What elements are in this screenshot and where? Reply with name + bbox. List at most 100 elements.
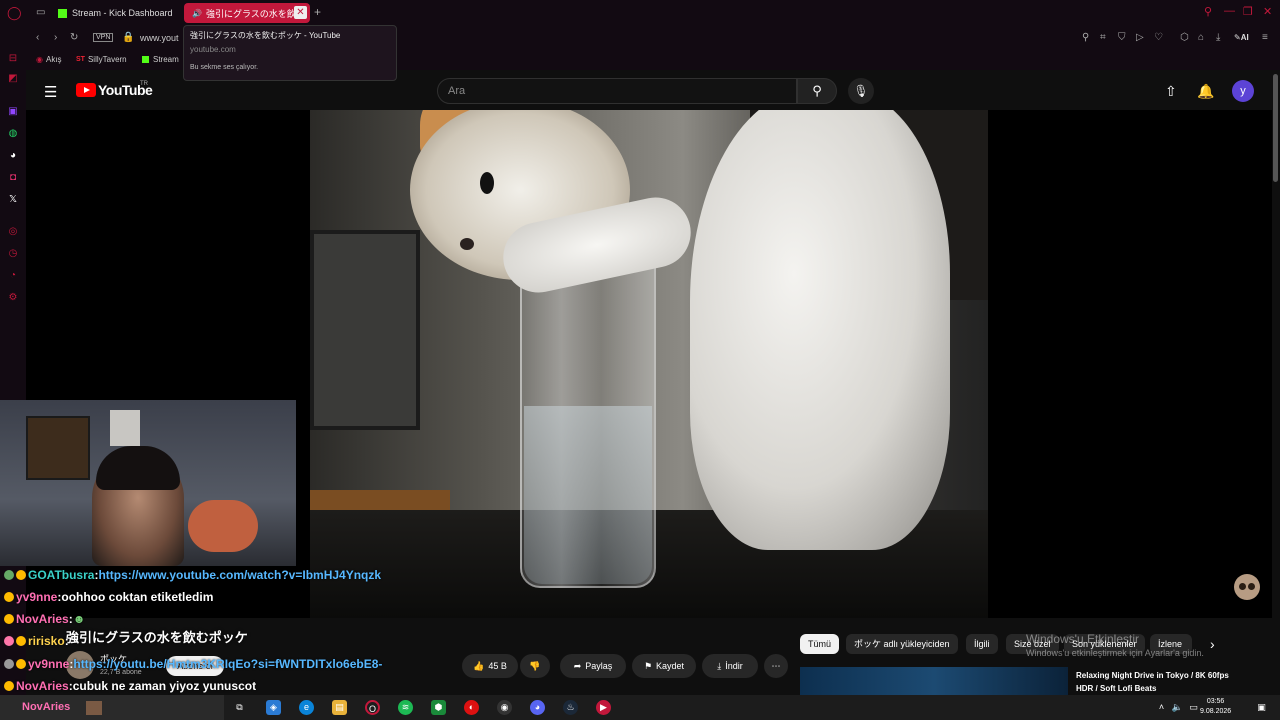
youtube-logo-icon[interactable] <box>76 83 96 97</box>
menu-icon[interactable]: ≡ <box>1262 32 1268 43</box>
bookmark-akis[interactable]: ◉ Akış <box>36 55 62 64</box>
back-icon[interactable]: ‹ <box>36 32 39 43</box>
account-avatar[interactable]: y <box>1232 80 1254 102</box>
pin-icon[interactable]: ⚲ <box>1082 32 1089 43</box>
chevron-right-icon[interactable]: › <box>1210 636 1215 652</box>
hamburger-menu-icon[interactable]: ☰ <box>44 83 57 101</box>
edge-icon[interactable]: e <box>299 700 314 715</box>
vpn-badge[interactable]: VPN <box>93 33 114 42</box>
maximize-icon[interactable]: ❐ <box>1243 5 1253 18</box>
snapshot-icon[interactable]: ⌗ <box>1100 32 1106 43</box>
taskbar-clock[interactable]: 03:56 9.08.2026 <box>1200 697 1231 717</box>
recommended-video-thumbnail[interactable] <box>800 667 1068 695</box>
download-label: İndir <box>725 661 743 671</box>
kick-app-icon[interactable]: ⬢ <box>431 700 446 715</box>
bookmark-sillytavern[interactable]: ST SillyTavern <box>76 55 127 64</box>
badge-icon <box>4 570 14 580</box>
close-window-icon[interactable]: ✕ <box>1263 5 1272 18</box>
chat-username: yv9nne <box>28 657 70 671</box>
chat-text: https://www.youtube.com/watch?v=IbmHJ4Yn… <box>98 568 382 582</box>
clock-time: 03:56 <box>1206 698 1225 705</box>
speaker-icon[interactable]: 🔈 <box>1170 700 1185 715</box>
chip-all[interactable]: Tümü <box>800 634 840 654</box>
share-button[interactable]: ➦ Paylaş <box>560 654 626 678</box>
tab-kick-dashboard[interactable]: Stream - Kick Dashboard <box>50 3 180 23</box>
chat-message: GOATbusra : https://www.youtube.com/watc… <box>4 568 381 582</box>
chat-username: ririsko <box>28 634 65 648</box>
downloads-icon[interactable]: ⤓ <box>1216 32 1220 43</box>
instagram-icon[interactable]: ◘ <box>7 172 19 184</box>
discord-taskbar-icon[interactable]: ◕ <box>530 700 545 715</box>
tray-chevron-icon[interactable]: ˄ <box>1154 700 1169 715</box>
settings-icon[interactable]: ⚙ <box>7 292 19 304</box>
emote-icon: ☻ <box>72 612 86 626</box>
like-button[interactable]: 👍 45 B <box>462 654 518 678</box>
obs-icon[interactable]: ◉ <box>497 700 512 715</box>
scrollbar-thumb[interactable] <box>1273 74 1278 182</box>
file-explorer-icon[interactable]: ▤ <box>332 700 347 715</box>
notifications-bell-icon[interactable]: 🔔 <box>1197 83 1214 100</box>
url-text[interactable]: www.yout <box>140 33 179 43</box>
close-tab-icon[interactable]: ✕ <box>294 6 307 19</box>
download-button[interactable]: ⤓ İndir <box>702 654 758 678</box>
audio-playing-icon[interactable]: 🔊 <box>192 9 202 18</box>
bookmark-stream[interactable]: Stream <box>142 55 179 64</box>
cat-body-shape <box>690 110 950 550</box>
chip-related[interactable]: İlgili <box>966 634 998 654</box>
spotify-icon[interactable]: ≋ <box>398 700 413 715</box>
pinboard-icon[interactable]: ⊟ <box>7 53 19 65</box>
forward-icon[interactable]: › <box>54 32 57 43</box>
history-icon[interactable]: ◷ <box>7 248 19 260</box>
app-red-icon[interactable]: ◐ <box>464 700 479 715</box>
player-icon[interactable]: ▷ <box>1136 32 1144 43</box>
download-icon: ⤓ <box>717 660 722 671</box>
player-sidebar-icon[interactable]: ◎ <box>7 226 19 238</box>
tooltip-domain: youtube.com <box>190 45 236 54</box>
notification-center-icon[interactable]: ▣ <box>1254 700 1269 715</box>
minimize-icon[interactable]: — <box>1224 5 1235 17</box>
tv-shape <box>310 230 420 430</box>
upload-icon[interactable]: ⇧ <box>1165 83 1177 100</box>
lock-icon[interactable]: 🔒 <box>122 32 134 43</box>
network-icon[interactable]: ▭ <box>1186 700 1201 715</box>
reload-icon[interactable]: ↻ <box>70 32 78 43</box>
save-button[interactable]: ⚑ Kaydet <box>632 654 696 678</box>
new-tab-icon[interactable]: + <box>314 5 321 19</box>
search-input[interactable]: Ara <box>437 78 797 104</box>
x-icon[interactable]: 𝕏 <box>7 194 19 206</box>
badge-icon <box>16 570 26 580</box>
widgets-icon[interactable]: ◈ <box>266 700 281 715</box>
opera-logo-icon[interactable]: ◯ <box>7 5 22 21</box>
game-launcher-icon[interactable]: ▶ <box>596 700 611 715</box>
twitch-icon[interactable]: ▣ <box>7 106 19 118</box>
tab-overview-icon[interactable]: ▭ <box>36 7 45 18</box>
taskbar-search[interactable]: NovAries <box>0 695 224 720</box>
steam-icon[interactable]: ♨ <box>563 700 578 715</box>
wallet-icon[interactable]: ⌂ <box>1198 32 1204 43</box>
speed-dial-icon[interactable]: ◔ <box>7 270 19 282</box>
discord-icon[interactable]: ◕ <box>7 150 19 162</box>
badge-icon <box>16 659 26 669</box>
heart-icon[interactable]: ♡ <box>1154 32 1163 43</box>
tab-youtube[interactable]: 🔊 強引にグラスの水を飲む <box>184 3 310 23</box>
owl-overlay-icon <box>1234 574 1260 600</box>
voice-search-button[interactable]: 🎙 <box>848 78 874 104</box>
chat-message: yv9nne : https://youtu.be/Hmtm3KRIqEo?si… <box>4 657 382 671</box>
messenger-icon[interactable]: ◩ <box>7 73 19 85</box>
chip-from-uploader[interactable]: ポッケ adlı yükleyiciden <box>846 634 958 654</box>
opera-gx-icon[interactable]: O <box>365 700 380 715</box>
extensions-icon[interactable]: ⬡ <box>1180 32 1189 43</box>
save-label: Kaydet <box>656 661 685 671</box>
dislike-button[interactable]: 👎 <box>520 654 550 678</box>
recommended-video-title[interactable]: Relaxing Night Drive in Tokyo / 8K 60fps… <box>1076 669 1246 695</box>
task-view-icon[interactable]: ⧉ <box>232 700 247 715</box>
shield-icon[interactable]: ⛉ <box>1118 32 1126 43</box>
windows-activation-subtitle: Windows'u etkinleştirmek için Ayarlar'a … <box>1026 648 1204 658</box>
whatsapp-icon[interactable]: ◍ <box>7 128 19 140</box>
aria-ai-button[interactable]: ✎AI <box>1234 33 1249 42</box>
thumbs-down-icon: 👎 <box>529 660 541 671</box>
search-button[interactable]: ⚲ <box>797 78 837 104</box>
search-tabs-icon[interactable]: ⚲ <box>1204 5 1212 18</box>
more-actions-button[interactable]: ⋯ <box>764 654 788 678</box>
video-title: 強引にグラスの水を飲むポッケ <box>66 630 248 645</box>
